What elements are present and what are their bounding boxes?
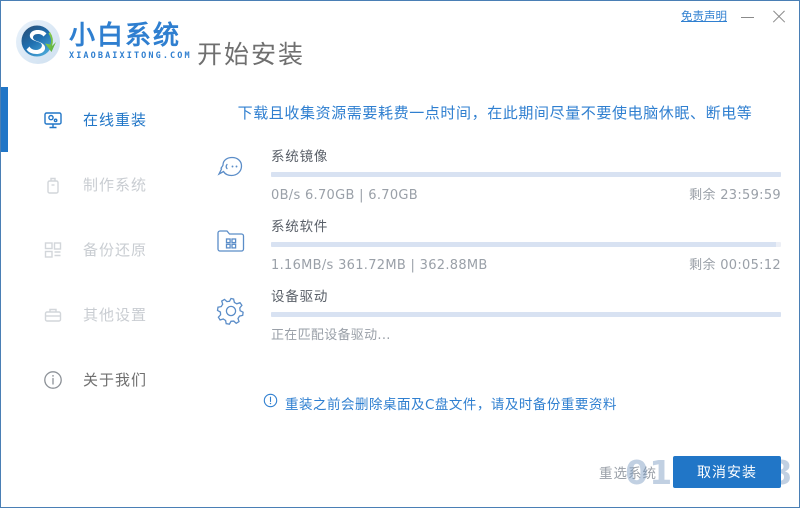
progress-fill — [271, 312, 781, 317]
warning-banner: 重装之前会删除桌面及C盘文件，请及时备份重要资料 — [263, 393, 617, 413]
task-name: 系统软件 — [271, 219, 329, 235]
active-indicator — [1, 87, 8, 152]
sidebar-item-label: 其他设置 — [83, 306, 148, 324]
warning-text: 重装之前会删除桌面及C盘文件，请及时备份重要资料 — [285, 397, 617, 413]
task-name: 系统镜像 — [271, 149, 329, 165]
task-row: 系统镜像 0B/s 6.70GB | 6.70GB 剩余 23:59:59 — [203, 145, 781, 215]
brand-name-en: XIAOBAIXITONG.COM — [69, 51, 192, 62]
app-window: 小白系统 XIAOBAIXITONG.COM 开始安装 免责声明 在线重装 制作… — [0, 0, 800, 508]
brand-name-cn: 小白系统 — [69, 20, 182, 51]
toolbox-icon — [41, 303, 65, 327]
brand: 小白系统 XIAOBAIXITONG.COM — [15, 19, 192, 65]
active-indicator — [1, 347, 8, 412]
usb-drive-icon — [41, 173, 65, 197]
progress-fill — [271, 242, 776, 247]
footer-actions: 重选系统 取消安装 — [599, 456, 781, 488]
sidebar: 在线重装 制作系统 备份还原 其他设置 关于我们 — [1, 87, 191, 507]
active-indicator — [1, 282, 8, 347]
sidebar-item-label: 制作系统 — [83, 176, 148, 194]
task-progress-bar — [271, 312, 781, 317]
reselect-system-button[interactable]: 重选系统 — [599, 462, 657, 482]
sidebar-item-label: 在线重装 — [83, 111, 148, 129]
sidebar-item-label: 关于我们 — [83, 371, 148, 389]
sidebar-item-about-us[interactable]: 关于我们 — [1, 347, 191, 412]
gear-icon — [209, 289, 253, 333]
folder-grid-icon — [209, 219, 253, 263]
blocks-icon — [41, 238, 65, 262]
page-title: 开始安装 — [197, 40, 306, 69]
download-notice: 下载且收集资源需要耗费一点时间，在此期间尽量不要使电脑休眠、断电等 — [237, 104, 753, 122]
main-panel: 下载且收集资源需要耗费一点时间，在此期间尽量不要使电脑休眠、断电等 系统镜像 0… — [191, 87, 799, 506]
sidebar-item-backup-restore[interactable]: 备份还原 — [1, 217, 191, 282]
sidebar-item-other-settings[interactable]: 其他设置 — [1, 282, 191, 347]
close-icon[interactable] — [769, 6, 789, 26]
task-stat: 正在匹配设备驱动... — [271, 328, 391, 343]
title-bar: 小白系统 XIAOBAIXITONG.COM 开始安装 免责声明 — [1, 1, 799, 87]
active-indicator — [1, 152, 8, 217]
task-stat: 0B/s 6.70GB | 6.70GB — [271, 188, 418, 203]
sidebar-item-label: 备份还原 — [83, 241, 148, 259]
disclaimer-link[interactable]: 免责声明 — [681, 8, 727, 24]
task-progress-bar — [271, 172, 781, 177]
task-progress-bar — [271, 242, 781, 247]
task-row: 设备驱动 正在匹配设备驱动... — [203, 285, 781, 355]
progress-fill — [271, 172, 781, 177]
task-list: 系统镜像 0B/s 6.70GB | 6.70GB 剩余 23:59:59 系统… — [203, 145, 781, 355]
task-name: 设备驱动 — [271, 289, 329, 305]
app-logo-icon — [15, 19, 61, 65]
info-circle-icon — [41, 368, 65, 392]
sidebar-item-online-reinstall[interactable]: 在线重装 — [1, 87, 191, 152]
task-stat: 1.16MB/s 361.72MB | 362.88MB — [271, 258, 488, 273]
minimize-icon[interactable] — [738, 6, 758, 26]
task-row: 系统软件 1.16MB/s 361.72MB | 362.88MB 剩余 00:… — [203, 215, 781, 285]
cancel-install-button[interactable]: 取消安装 — [673, 456, 781, 488]
task-remaining: 剩余 00:05:12 — [689, 258, 781, 273]
window-controls: 免责声明 — [681, 6, 789, 26]
task-remaining: 剩余 23:59:59 — [689, 188, 781, 203]
monitor-icon — [41, 108, 65, 132]
active-indicator — [1, 217, 8, 282]
exclamation-circle-icon — [263, 393, 278, 413]
ghost-face-icon — [209, 149, 253, 193]
sidebar-item-create-system[interactable]: 制作系统 — [1, 152, 191, 217]
